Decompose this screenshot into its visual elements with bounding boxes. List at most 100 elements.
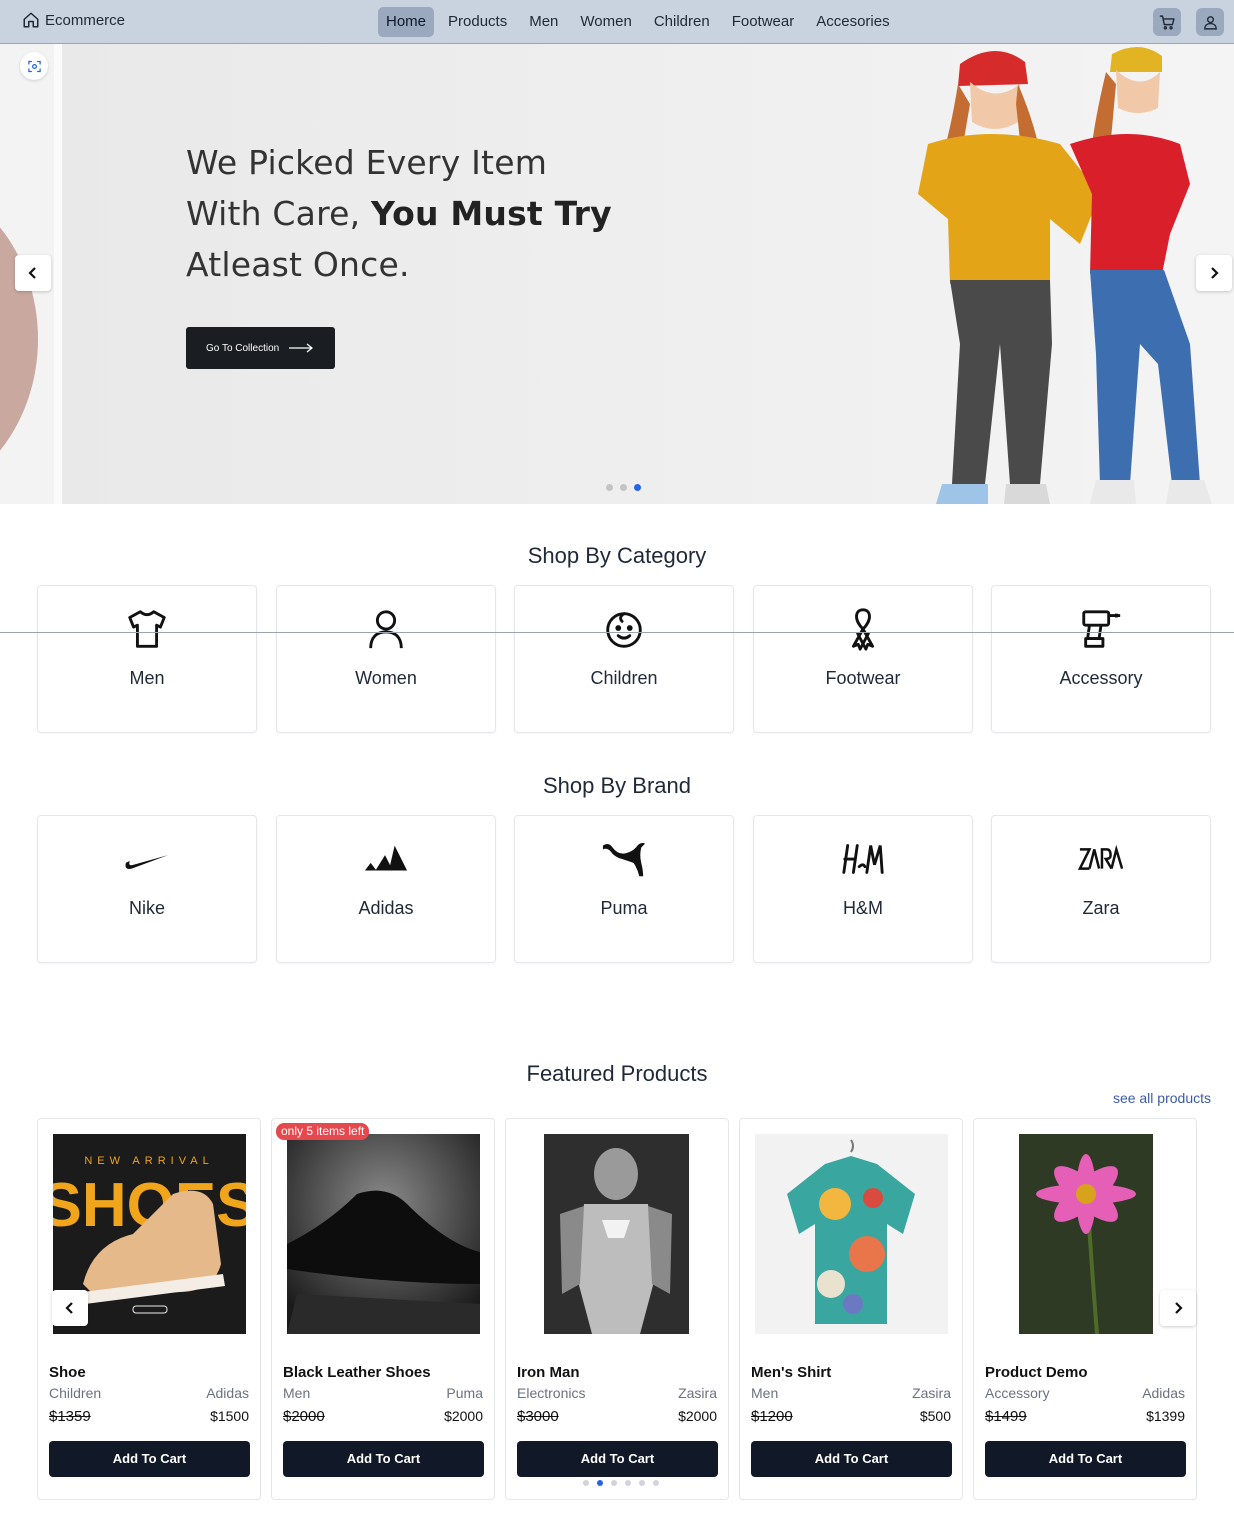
products-next-button[interactable]	[1160, 1290, 1196, 1326]
nike-logo-icon	[125, 855, 169, 869]
product-brand: Puma	[446, 1385, 483, 1401]
hero-next-button[interactable]	[1196, 255, 1232, 291]
product-price: $2000	[678, 1408, 717, 1424]
page-dot[interactable]	[625, 1480, 631, 1486]
nav-footwear[interactable]: Footwear	[724, 7, 803, 37]
decorative-arc	[0, 174, 38, 504]
add-to-cart-button[interactable]: Add To Cart	[517, 1441, 718, 1477]
product-price: $2000	[444, 1408, 483, 1424]
category-card-children[interactable]: Children	[514, 585, 734, 733]
category-card-accessory[interactable]: Accessory	[991, 585, 1211, 733]
nav-products[interactable]: Products	[440, 7, 515, 37]
see-all-products-link[interactable]: see all products	[1113, 1090, 1211, 1106]
page-dot[interactable]	[611, 1480, 617, 1486]
brand-name: Ecommerce	[45, 11, 126, 29]
featured-section-title: Featured Products	[526, 1061, 708, 1086]
user-icon	[1203, 15, 1217, 30]
add-to-cart-button[interactable]: Add To Cart	[283, 1441, 484, 1477]
product-brand: Adidas	[1142, 1385, 1185, 1401]
chevron-right-icon	[1211, 267, 1219, 279]
baby-face-icon	[606, 612, 642, 648]
product-name: Men's Shirt	[751, 1364, 832, 1381]
product-name: Shoe	[49, 1364, 86, 1381]
product-category: Accessory	[985, 1385, 1050, 1401]
product-category: Electronics	[517, 1385, 586, 1401]
product-name: Product Demo	[985, 1364, 1088, 1381]
brand-card-hm[interactable]: H&M	[753, 815, 973, 963]
product-category: Men	[283, 1385, 311, 1401]
product-brand: Adidas	[206, 1385, 249, 1401]
add-to-cart-button[interactable]: Add To Cart	[49, 1441, 250, 1477]
product-brand: Zasira	[912, 1385, 951, 1401]
category-card-footwear[interactable]: Footwear	[753, 585, 973, 733]
brand-card-zara[interactable]: Zara	[991, 815, 1211, 963]
page-dot[interactable]	[583, 1480, 589, 1486]
product-image	[287, 1134, 480, 1334]
product-name: Black Leather Shoes	[283, 1364, 431, 1381]
visual-search-button[interactable]	[20, 52, 48, 80]
puma-logo-icon	[602, 843, 646, 877]
add-to-cart-button[interactable]: Add To Cart	[985, 1441, 1186, 1477]
add-to-cart-button[interactable]: Add To Cart	[751, 1441, 952, 1477]
cart-button[interactable]	[1153, 8, 1181, 36]
hero-line-3: Atleast Once.	[186, 245, 410, 284]
chevron-right-icon	[1175, 1302, 1183, 1314]
category-section-title: Shop By Category	[527, 543, 707, 568]
category-card-women[interactable]: Women	[276, 585, 496, 733]
svg-text:NEW ARRIVAL: NEW ARRIVAL	[84, 1155, 213, 1167]
hero-line-2: With Care, You Must Try	[186, 194, 612, 233]
nav-men[interactable]: Men	[521, 7, 566, 37]
brand-card-puma[interactable]: Puma	[514, 815, 734, 963]
page-dot[interactable]	[653, 1480, 659, 1486]
hero-line-1: We Picked Every Item	[186, 143, 548, 182]
product-category: Children	[49, 1385, 102, 1401]
category-card-men[interactable]: Men	[37, 585, 257, 733]
account-button[interactable]	[1196, 8, 1224, 36]
hero-headline: We Picked Every Item With Care, You Must…	[186, 137, 746, 290]
product-price: $500	[919, 1408, 951, 1424]
nav-home[interactable]: Home	[378, 7, 435, 37]
product-old-price: $1200	[751, 1408, 793, 1425]
arrow-right-icon	[289, 343, 314, 353]
products-pagination	[583, 1480, 659, 1486]
adidas-logo-icon	[364, 845, 408, 871]
brand-section-title: Shop By Brand	[543, 773, 691, 798]
product-brand: Zasira	[678, 1385, 717, 1401]
hero-carousel: We Picked Every Item With Care, You Must…	[0, 44, 1234, 504]
slide-dot-active[interactable]	[634, 484, 641, 491]
products-prev-button[interactable]	[52, 1290, 88, 1326]
top-navbar: Ecommerce Home Products Men Women Childr…	[0, 0, 1234, 44]
product-old-price: $1359	[49, 1408, 91, 1425]
product-old-price: $1499	[985, 1408, 1027, 1425]
go-to-collection-button[interactable]: Go To Collection	[186, 327, 335, 369]
hm-logo-icon	[842, 844, 884, 874]
nav-children[interactable]: Children	[646, 7, 718, 37]
product-old-price: $3000	[517, 1408, 559, 1425]
slide-dot[interactable]	[606, 484, 613, 491]
product-image	[755, 1134, 948, 1334]
product-category: Men	[751, 1385, 779, 1401]
product-price: $1500	[210, 1408, 249, 1424]
product-card-iron-man[interactable]: Iron Man Electronics Zasira $3000 $2000 …	[505, 1118, 729, 1500]
hero-slide-indicators	[606, 484, 641, 491]
nav-women[interactable]: Women	[572, 7, 639, 37]
page-dot[interactable]	[639, 1480, 645, 1486]
product-price: $1399	[1146, 1408, 1185, 1424]
hero-prev-button[interactable]	[15, 255, 51, 291]
drill-icon	[1082, 610, 1121, 648]
hero-models-image	[918, 46, 1212, 504]
brand-card-adidas[interactable]: Adidas	[276, 815, 496, 963]
tshirt-icon	[128, 610, 166, 648]
slide-dot[interactable]	[620, 484, 627, 491]
home-icon	[23, 12, 39, 28]
zara-logo-icon	[1078, 844, 1124, 870]
product-image	[544, 1134, 689, 1334]
page-dot-active[interactable]	[597, 1480, 603, 1486]
product-card-mens-shirt[interactable]: Men's Shirt Men Zasira $1200 $500 Add To…	[739, 1118, 963, 1500]
brand-link[interactable]: Ecommerce	[22, 11, 125, 29]
product-card-black-leather-shoes[interactable]: Black Leather Shoes Men Puma $2000 $2000…	[271, 1118, 495, 1500]
nav-accesories[interactable]: Accesories	[808, 7, 897, 37]
brand-card-nike[interactable]: Nike	[37, 815, 257, 963]
scan-icon	[27, 60, 41, 72]
nav-links: Home Products Men Women Children Footwea…	[378, 7, 904, 37]
